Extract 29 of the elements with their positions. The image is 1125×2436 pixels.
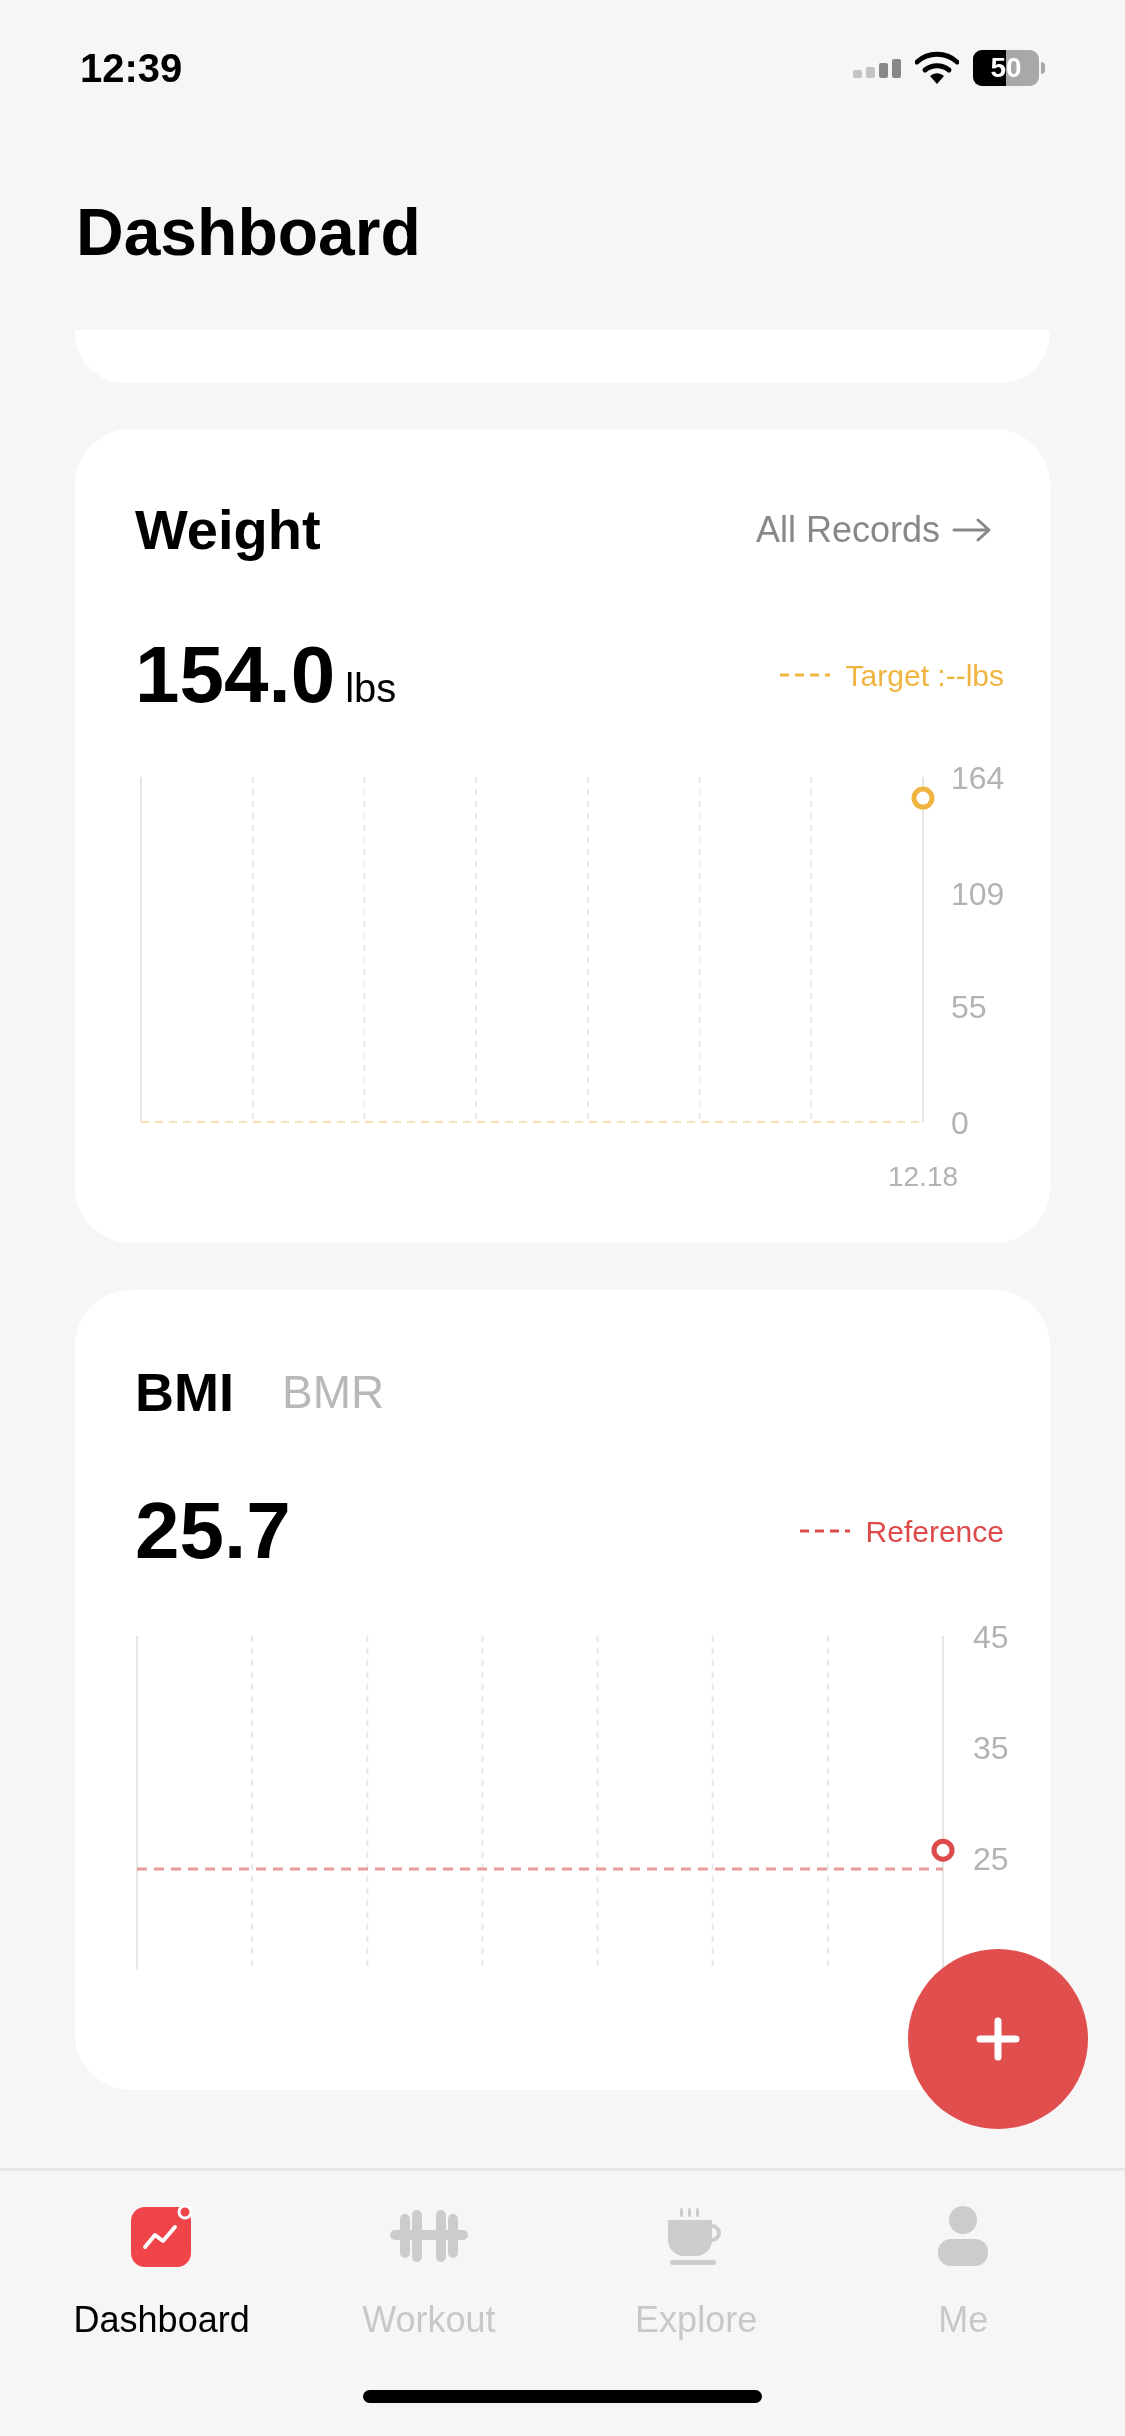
signal-icon	[853, 57, 901, 78]
person-icon	[938, 2205, 989, 2267]
axis-label: 164	[951, 765, 1005, 796]
legend-line-icon	[779, 673, 830, 677]
bmi-value: 25.7	[135, 1491, 291, 1571]
arrow-right-icon	[952, 518, 992, 542]
axis-label: 109	[951, 875, 1005, 912]
all-records-link[interactable]: All Records	[755, 503, 992, 557]
status-time: 12:39	[80, 44, 183, 92]
metric-tab[interactable]: BMI	[135, 1351, 234, 1433]
tab-bar-item[interactable]: Dashboard	[28, 2201, 296, 2347]
dumbbell-icon	[389, 2208, 468, 2264]
wifi-icon	[915, 50, 959, 85]
axis-label: 12.18	[887, 1161, 959, 1192]
target-legend: Target :--lbs	[845, 652, 1004, 698]
chart-icon	[128, 2203, 195, 2269]
plus-icon	[976, 2017, 1020, 2061]
legend-line-icon	[799, 1529, 850, 1533]
axis-label: 35	[973, 1730, 1009, 1766]
weight-value: 154.0	[135, 635, 336, 715]
axis-label: 25	[973, 1841, 1009, 1877]
weight-unit: lbs	[345, 668, 397, 708]
axis-label: 0	[951, 1105, 969, 1141]
page-title: Dashboard	[76, 194, 421, 271]
card-title: Weight	[135, 497, 321, 563]
axis-label: 45	[973, 1621, 1009, 1655]
axis-label: 55	[951, 989, 987, 1026]
reference-legend: Reference	[865, 1508, 1004, 1554]
metric-tab[interactable]: BMR	[282, 1357, 385, 1427]
